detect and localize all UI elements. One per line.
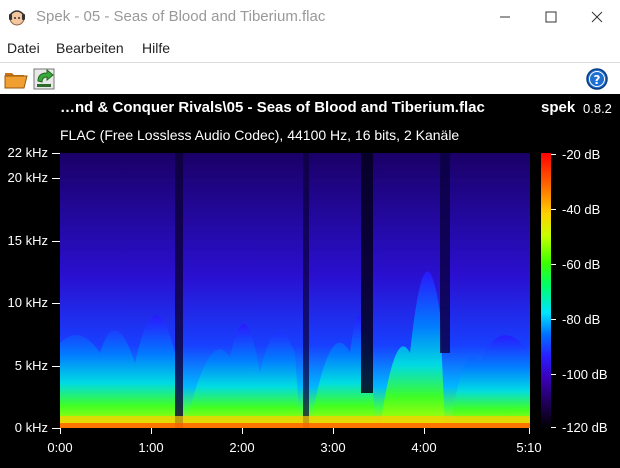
time-tick: [151, 428, 152, 434]
spek-brand: spek: [541, 99, 576, 116]
freq-tick: [52, 428, 60, 429]
time-label: 3:00: [320, 440, 346, 455]
spectrogram-viewer: …nd & Conquer Rivals\05 - Seas of Blood …: [0, 94, 620, 468]
db-tick: [551, 427, 556, 428]
db-label: -40 dB: [562, 202, 601, 217]
save-button[interactable]: [31, 66, 57, 92]
minimize-icon: [500, 16, 510, 18]
time-label: 0:00: [47, 440, 73, 455]
time-label: 5:10: [516, 440, 542, 455]
svg-text:?: ?: [594, 73, 601, 87]
time-label: 2:00: [229, 440, 255, 455]
maximize-icon: [545, 11, 557, 23]
db-label: -100 dB: [562, 367, 608, 382]
freq-label: 22 kHz: [7, 145, 48, 160]
time-label: 1:00: [138, 440, 164, 455]
title-bar: Spek - 05 - Seas of Blood and Tiberium.f…: [0, 0, 620, 34]
close-button[interactable]: [574, 0, 620, 34]
time-tick: [333, 428, 334, 434]
time-tick: [529, 428, 530, 434]
db-tick: [551, 154, 556, 155]
db-label: -80 dB: [562, 312, 601, 327]
db-label: -120 dB: [562, 420, 608, 435]
db-tick: [551, 319, 556, 320]
spek-version: 0.8.2: [583, 101, 612, 116]
time-tick: [60, 428, 61, 434]
db-tick: [551, 374, 556, 375]
help-icon: ?: [586, 68, 608, 90]
minimize-button[interactable]: [482, 0, 528, 34]
menu-bar: Datei Bearbeiten Hilfe: [0, 34, 620, 62]
db-colorbar: [541, 153, 551, 428]
help-button[interactable]: ?: [584, 66, 610, 92]
freq-label: 5 kHz: [14, 358, 48, 373]
save-icon: [33, 68, 55, 90]
freq-tick: [52, 178, 60, 179]
freq-label: 15 kHz: [7, 233, 48, 248]
window-title: Spek - 05 - Seas of Blood and Tiberium.f…: [36, 8, 326, 25]
folder-open-icon: [4, 73, 28, 89]
freq-label: 0 kHz: [14, 420, 48, 435]
db-label: -20 dB: [562, 147, 601, 162]
toolbar: ?: [0, 62, 620, 94]
db-tick: [551, 264, 556, 265]
menu-hilfe[interactable]: Hilfe: [142, 40, 170, 56]
db-tick: [551, 209, 556, 210]
spectrogram-plot[interactable]: [60, 153, 530, 428]
menu-datei[interactable]: Datei: [7, 40, 40, 56]
freq-tick: [52, 366, 60, 367]
freq-label: 20 kHz: [7, 170, 48, 185]
time-tick: [242, 428, 243, 434]
close-icon: [591, 11, 603, 23]
menu-bearbeiten[interactable]: Bearbeiten: [56, 40, 124, 56]
file-info: FLAC (Free Lossless Audio Codec), 44100 …: [60, 127, 460, 143]
freq-label: 10 kHz: [7, 295, 48, 310]
open-button[interactable]: [3, 66, 29, 92]
freq-tick: [52, 303, 60, 304]
file-title: …nd & Conquer Rivals\05 - Seas of Blood …: [60, 99, 485, 116]
maximize-button[interactable]: [528, 0, 574, 34]
freq-tick: [52, 153, 60, 154]
time-label: 4:00: [411, 440, 437, 455]
db-label: -60 dB: [562, 257, 601, 272]
time-tick: [424, 428, 425, 434]
spek-app-icon: [9, 10, 25, 26]
freq-tick: [52, 241, 60, 242]
